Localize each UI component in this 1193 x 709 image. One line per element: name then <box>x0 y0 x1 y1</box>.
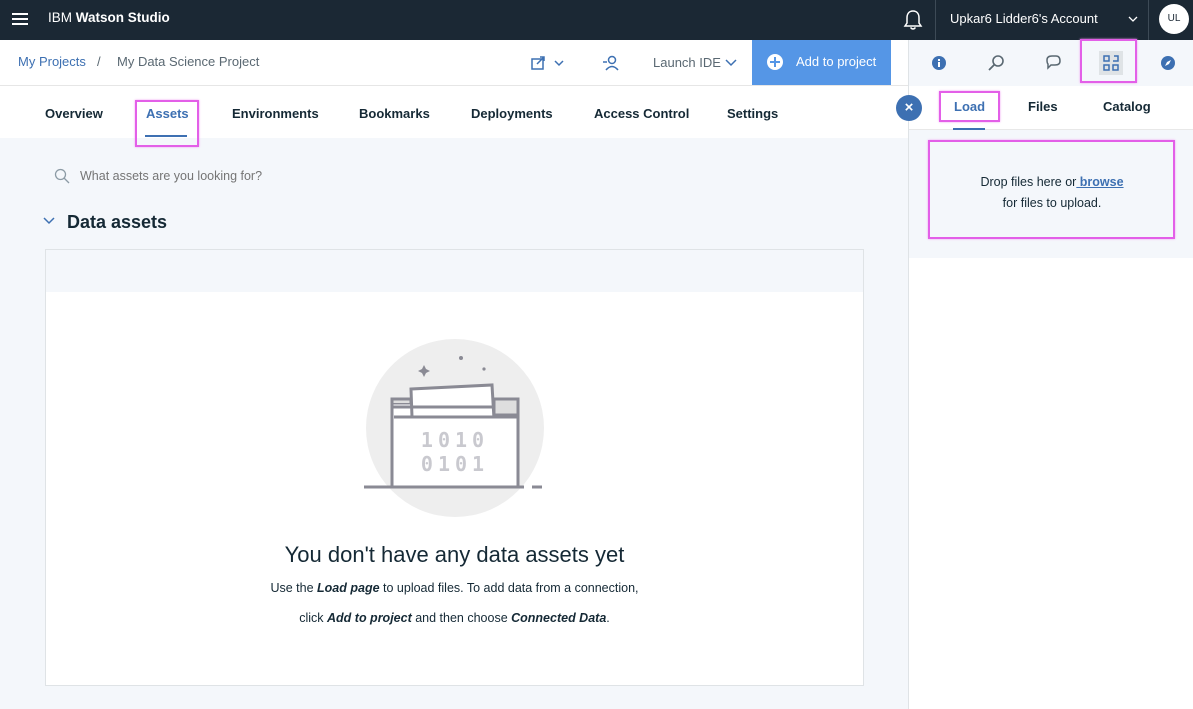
tab-environments[interactable]: Environments <box>232 106 319 121</box>
empty-folder-illustration: 1010 0101 <box>364 339 544 517</box>
empty-state-title: You don't have any data assets yet <box>284 542 625 567</box>
highlight-drop-zone <box>928 140 1175 239</box>
info-icon[interactable] <box>928 52 950 74</box>
empty-state-panel: 1010 0101 You don't have any data assets… <box>45 292 864 686</box>
brand-name: Watson Studio <box>75 10 170 25</box>
compass-icon[interactable] <box>1157 52 1179 74</box>
plus-icon <box>767 54 783 70</box>
empty-state-line-1: Use the Load page to upload files. To ad… <box>46 581 863 595</box>
text: and then choose <box>411 611 512 625</box>
panel-icon-bar <box>909 40 1193 86</box>
chat-icon[interactable] <box>1042 52 1064 74</box>
text: to upload files. To add data from a conn… <box>379 581 639 595</box>
load-page-link[interactable]: Load page <box>317 581 380 595</box>
chevron-down-icon[interactable] <box>724 57 738 69</box>
section-title: Data assets <box>67 212 168 232</box>
text: Use the <box>270 581 318 595</box>
breadcrumb-current: My Data Science Project <box>117 54 260 69</box>
app-brand[interactable]: IBM Watson Studio <box>48 10 170 25</box>
tab-settings[interactable]: Settings <box>727 106 778 121</box>
binary-row-2: 0101 <box>421 452 489 476</box>
topbar-divider <box>1148 0 1149 40</box>
add-collaborator-icon[interactable] <box>602 54 620 72</box>
hamburger-menu-icon[interactable] <box>12 10 28 30</box>
breadcrumb-separator: / <box>97 54 101 69</box>
search-icon <box>54 168 70 184</box>
highlight-data-icon <box>1080 39 1137 83</box>
table-header <box>45 249 864 293</box>
account-switcher[interactable]: Upkar6 Lidder6's Account <box>950 11 1098 26</box>
close-panel-button[interactable]: × <box>896 95 922 121</box>
brand-prefix: IBM <box>48 10 73 25</box>
highlight-assets-tab <box>135 100 199 147</box>
add-to-project-button[interactable]: Add to project <box>752 40 891 85</box>
tab-files[interactable]: Files <box>1028 99 1058 114</box>
empty-state-line-2: click Add to project and then choose Con… <box>46 611 863 625</box>
search-data-icon[interactable] <box>985 52 1007 74</box>
tab-catalog[interactable]: Catalog <box>1103 99 1151 114</box>
chevron-down-icon[interactable] <box>43 216 55 226</box>
tab-access-control[interactable]: Access Control <box>594 106 689 121</box>
chevron-down-icon[interactable] <box>1127 13 1139 25</box>
emphasis: Connected Data <box>511 611 607 625</box>
add-to-project-label: Add to project <box>796 54 877 69</box>
emphasis: Add to project <box>327 611 412 625</box>
tab-deployments[interactable]: Deployments <box>471 106 553 121</box>
top-bar: IBM Watson Studio Upkar6 Lidder6's Accou… <box>0 0 1193 40</box>
text: . <box>606 611 610 625</box>
notification-bell-icon[interactable] <box>903 9 923 31</box>
tab-overview[interactable]: Overview <box>45 106 103 121</box>
avatar[interactable]: UL <box>1159 4 1189 34</box>
breadcrumb-my-projects[interactable]: My Projects <box>18 54 86 69</box>
export-icon[interactable] <box>530 55 566 71</box>
search-input[interactable] <box>80 166 580 186</box>
highlight-load-tab <box>939 91 1000 122</box>
text: click <box>299 611 328 625</box>
binary-row-1: 1010 <box>421 428 489 452</box>
assets-main: Data assets 1010 0101 You don't have any… <box>0 138 908 709</box>
project-header: My Projects / My Data Science Project La… <box>0 40 908 86</box>
topbar-divider <box>935 0 936 40</box>
launch-ide-button[interactable]: Launch IDE <box>653 55 721 70</box>
tab-bookmarks[interactable]: Bookmarks <box>359 106 430 121</box>
